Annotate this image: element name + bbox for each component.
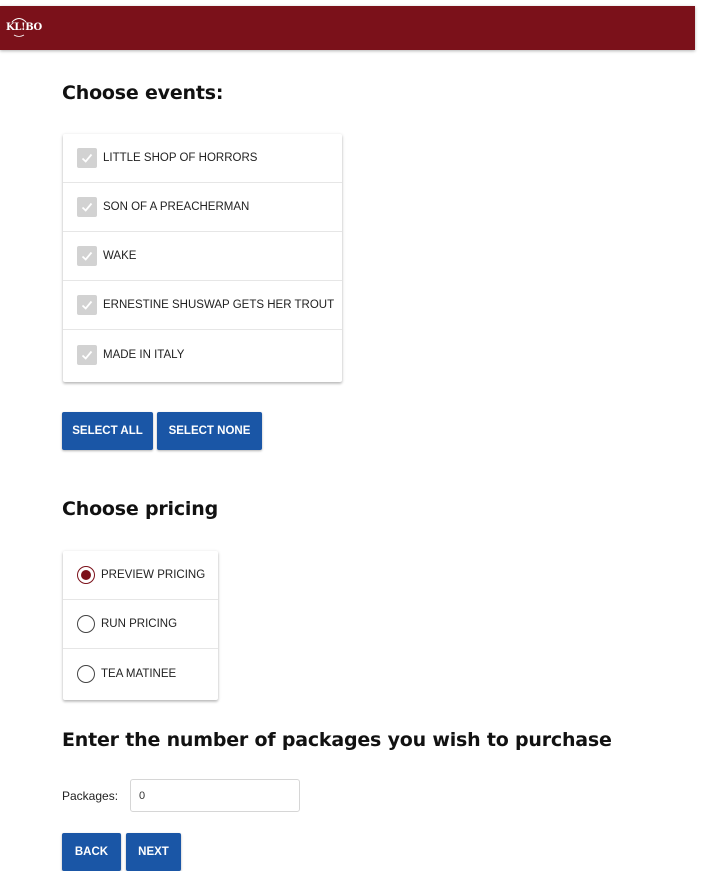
event-item-made-in-italy[interactable]: MADE IN ITALY (63, 330, 342, 379)
logo-text: KL!BO (6, 22, 42, 33)
packages-title: Enter the number of packages you wish to… (62, 729, 612, 751)
event-label: WAKE (103, 250, 137, 262)
checkbox-checked-icon[interactable] (77, 148, 97, 168)
pricing-label: TEA MATINEE (101, 667, 177, 680)
checkbox-checked-icon[interactable] (77, 197, 97, 217)
logo[interactable]: KL!BO (6, 14, 42, 40)
pricing-options: PREVIEW PRICING RUN PRICING TEA MATINEE (63, 551, 218, 700)
checkbox-checked-icon[interactable] (77, 344, 97, 365)
event-label: ERNESTINE SHUSWAP GETS HER TROUT (103, 299, 335, 311)
pricing-option-preview[interactable]: PREVIEW PRICING (63, 551, 218, 600)
event-item-little-shop[interactable]: LITTLE SHOP OF HORRORS (63, 134, 342, 183)
radio-unselected-icon[interactable] (77, 615, 95, 633)
top-bar: KL!BO (0, 6, 695, 50)
checkbox-checked-icon[interactable] (77, 295, 97, 315)
radio-selected-icon[interactable] (77, 566, 95, 584)
event-item-ernestine-shuswap[interactable]: ERNESTINE SHUSWAP GETS HER TROUT (63, 281, 342, 330)
pricing-title: Choose pricing (62, 498, 218, 520)
packages-input[interactable] (130, 779, 300, 812)
pricing-label: PREVIEW PRICING (101, 569, 206, 581)
pricing-label: RUN PRICING (101, 618, 178, 630)
radio-dot (81, 570, 91, 580)
event-item-wake[interactable]: WAKE (63, 232, 342, 281)
pricing-option-run[interactable]: RUN PRICING (63, 600, 218, 649)
select-none-button[interactable]: SELECT NONE (157, 412, 262, 450)
event-label: SON OF A PREACHERMAN (103, 201, 250, 213)
event-label: LITTLE SHOP OF HORRORS (103, 152, 258, 164)
packages-label: Packages: (62, 789, 119, 803)
checkbox-checked-icon[interactable] (77, 246, 97, 266)
events-list: LITTLE SHOP OF HORRORS SON OF A PREACHER… (63, 134, 342, 382)
event-label: MADE IN ITALY (103, 348, 185, 361)
pricing-option-tea-matinee[interactable]: TEA MATINEE (63, 649, 218, 698)
radio-unselected-icon[interactable] (77, 664, 95, 683)
event-item-son-of-a-preacherman[interactable]: SON OF A PREACHERMAN (63, 183, 342, 232)
back-button[interactable]: BACK (62, 833, 121, 871)
select-all-button[interactable]: SELECT ALL (62, 412, 153, 450)
next-button[interactable]: NEXT (126, 833, 181, 871)
events-title: Choose events: (62, 82, 224, 104)
